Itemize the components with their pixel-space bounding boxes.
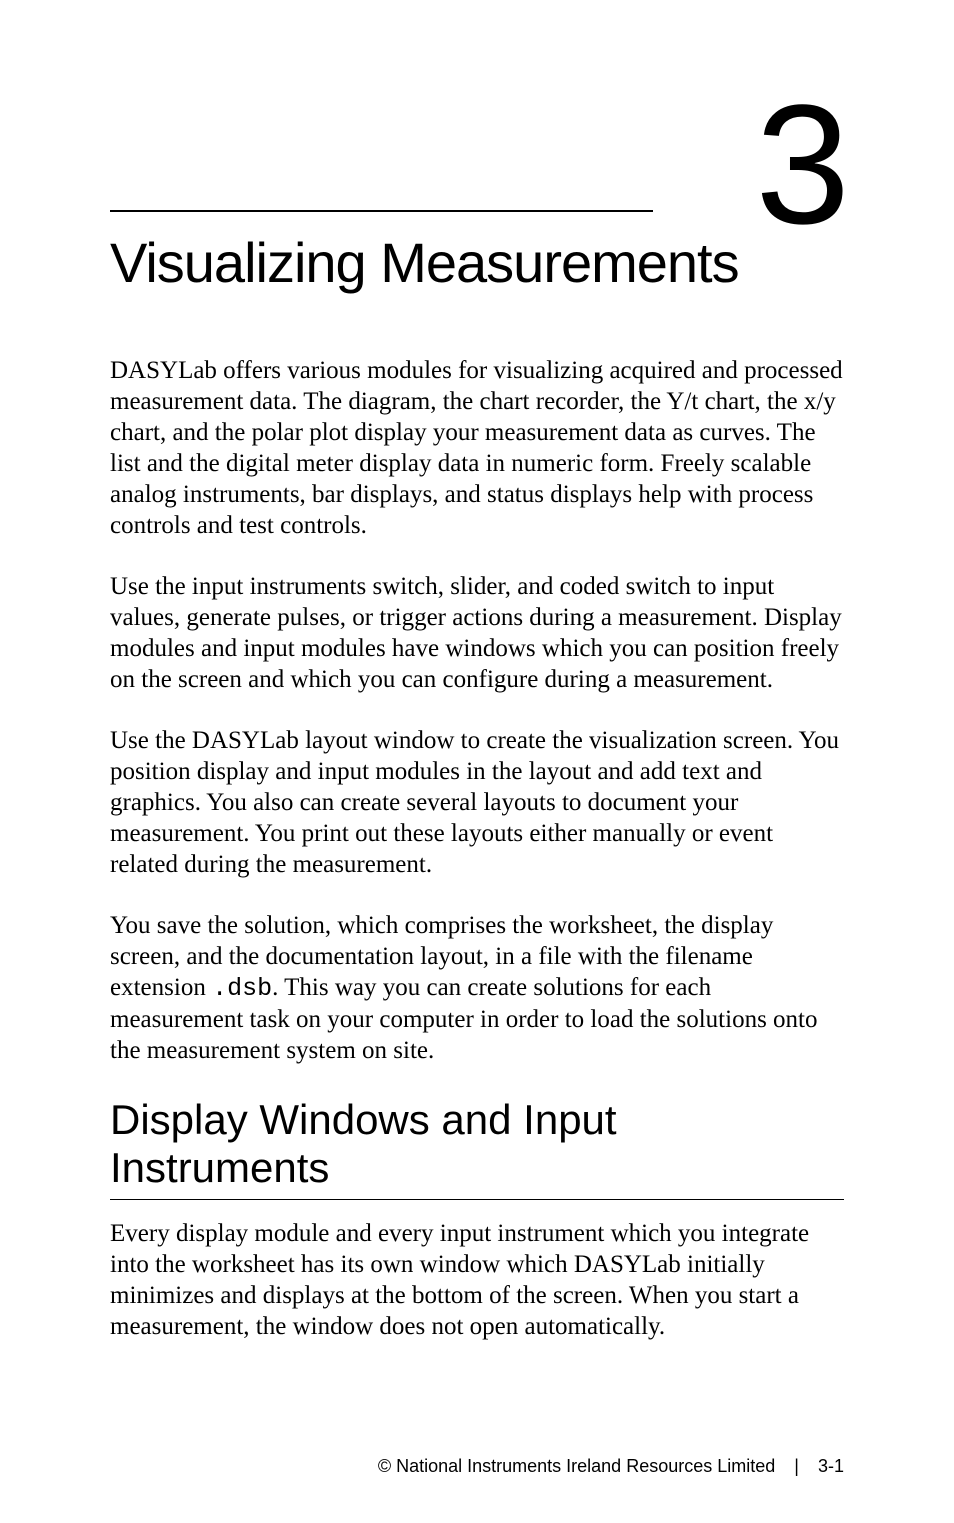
paragraph-1: DASYLab offers various modules for visua… — [110, 355, 844, 541]
footer-separator: | — [794, 1456, 799, 1477]
document-page: 3 Visualizing Measurements DASYLab offer… — [0, 0, 954, 1523]
paragraph-4: You save the solution, which comprises t… — [110, 910, 844, 1066]
chapter-number: 3 — [110, 80, 844, 250]
chapter-title-rule — [110, 210, 653, 212]
section-heading-display-windows: Display Windows and Input Instruments — [110, 1096, 844, 1193]
chapter-title: Visualizing Measurements — [110, 230, 844, 295]
section-heading-rule — [110, 1199, 844, 1200]
paragraph-5: Every display module and every input ins… — [110, 1218, 844, 1342]
paragraph-2: Use the input instruments switch, slider… — [110, 571, 844, 695]
page-footer: © National Instruments Ireland Resources… — [378, 1456, 844, 1477]
footer-page-number: 3-1 — [818, 1456, 844, 1476]
paragraph-3: Use the DASYLab layout window to create … — [110, 725, 844, 880]
footer-copyright: © National Instruments Ireland Resources… — [378, 1456, 775, 1476]
filename-extension-code: .dsb — [212, 974, 272, 1003]
